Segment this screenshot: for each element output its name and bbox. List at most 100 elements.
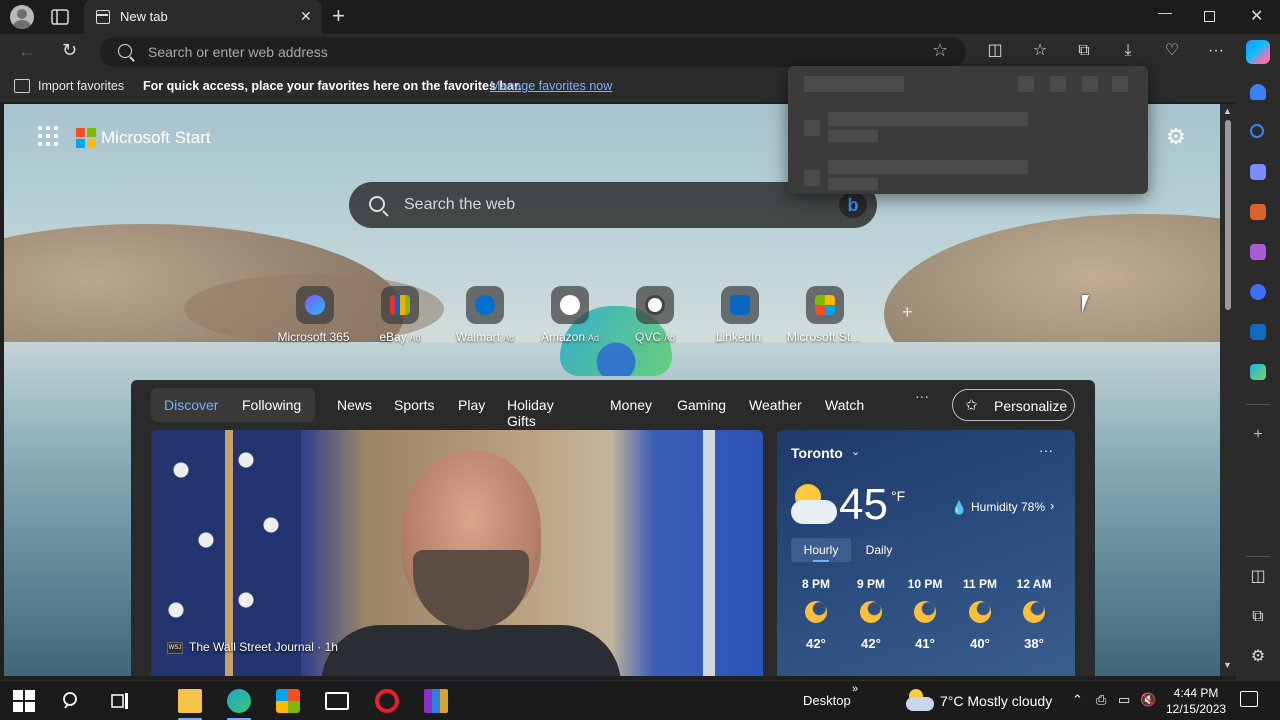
tab-gaming[interactable]: Gaming [677, 397, 726, 413]
new-tab-button[interactable]: + [332, 4, 345, 28]
loading-placeholder [1050, 76, 1066, 92]
outlook-icon[interactable] [1250, 324, 1266, 340]
page-scrollbar[interactable]: ▲ ▼ [1220, 104, 1236, 676]
tab-actions-icon[interactable] [50, 7, 70, 27]
tab-holiday-gifts[interactable]: Holiday Gifts [507, 397, 554, 429]
quick-link-microsoft-365[interactable]: Microsoft 365 [269, 286, 361, 344]
task-view-icon[interactable] [108, 689, 132, 713]
quick-link-walmart[interactable]: Walmart Ad [439, 286, 531, 344]
quick-link-amazon[interactable]: Amazon Ad [524, 286, 616, 344]
opera-icon[interactable] [375, 689, 399, 713]
chevron-right-icon[interactable]: » [852, 683, 858, 695]
chevron-up-icon[interactable]: ⌃ [1072, 692, 1083, 708]
night-moon-icon [914, 601, 936, 623]
quick-link-qvc[interactable]: QVC Ad [609, 286, 701, 344]
tab-money[interactable]: Money [610, 397, 652, 413]
close-window-button[interactable]: ✕ [1250, 6, 1263, 26]
split-screen-icon[interactable]: ◫ [986, 42, 1004, 60]
tab-watch[interactable]: Watch [825, 397, 864, 413]
tab-hourly[interactable]: Hourly [791, 538, 851, 562]
bing-icon[interactable]: b [839, 192, 867, 218]
copilot-icon[interactable] [1246, 40, 1270, 64]
meet-now-icon[interactable]: ⎙ [1096, 692, 1106, 708]
favorites-icon[interactable]: ☆ [1031, 42, 1049, 60]
quick-link-microsoft-store[interactable]: Microsoft St... [779, 286, 871, 344]
add-sidebar-app-icon[interactable]: + [1249, 426, 1267, 444]
mail-icon[interactable] [325, 692, 349, 710]
app-launcher-icon[interactable] [38, 126, 58, 146]
address-input[interactable]: Search or enter web address [148, 44, 328, 60]
restore-button[interactable] [1204, 11, 1215, 22]
tab-weather[interactable]: Weather [749, 397, 802, 413]
drop-icon[interactable] [1250, 364, 1266, 380]
edge-browser-icon[interactable] [227, 689, 251, 713]
scroll-up-icon[interactable]: ▲ [1223, 106, 1232, 116]
winrar-icon[interactable] [424, 689, 448, 713]
back-button[interactable]: ← [18, 41, 36, 62]
search-icon[interactable] [60, 689, 84, 713]
desktop-toolbar-label[interactable]: Desktop [803, 693, 851, 708]
notifications-bell-icon[interactable] [1250, 84, 1266, 100]
add-quick-link-icon[interactable]: + [902, 302, 913, 323]
action-center-icon[interactable] [1240, 691, 1258, 707]
tab-play[interactable]: Play [458, 397, 485, 413]
quick-link-ebay[interactable]: eBay Ad [354, 286, 446, 344]
open-external-icon[interactable]: ⧉ [1249, 608, 1267, 626]
hourly-forecast-item: 12 AM 38° [1016, 577, 1052, 651]
tab-new-tab[interactable]: New tab ✕ [84, 0, 322, 34]
manage-favorites-link[interactable]: Manage favorites now [490, 79, 612, 93]
page-settings-gear-icon[interactable]: ⚙ [1166, 124, 1186, 150]
system-clock[interactable]: 4:44 PM 12/15/2023 [1166, 685, 1226, 717]
chevron-right-icon[interactable]: › [1050, 498, 1054, 513]
scroll-thumb[interactable] [1225, 120, 1231, 310]
night-cloudy-icon [1023, 601, 1045, 623]
personalize-button[interactable]: ✩ Personalize [952, 389, 1075, 421]
scroll-down-icon[interactable]: ▼ [1223, 660, 1232, 670]
tab-daily[interactable]: Daily [853, 538, 905, 562]
games-icon[interactable] [1250, 244, 1266, 260]
sidebar-settings-icon[interactable]: ⚙ [1249, 648, 1267, 666]
chevron-down-icon[interactable]: ⌄ [851, 445, 860, 458]
weather-more-button[interactable]: ··· [1039, 442, 1053, 458]
minimize-button[interactable]: — [1158, 4, 1172, 20]
file-explorer-icon[interactable] [178, 689, 202, 713]
tab-close-icon[interactable]: ✕ [300, 8, 312, 25]
more-tabs-button[interactable]: ··· [915, 388, 929, 404]
clock-date: 12/15/2023 [1166, 702, 1227, 716]
weather-humidity[interactable]: Humidity 78% [971, 500, 1045, 514]
collections-icon[interactable]: ⧉ [1075, 42, 1093, 60]
tools-briefcase-icon[interactable] [1250, 204, 1266, 220]
shopping-tag-icon[interactable] [1250, 164, 1266, 180]
amazon-icon [551, 286, 589, 324]
address-bar[interactable]: Search or enter web address ☆ [100, 37, 966, 67]
walmart-icon [466, 286, 504, 324]
start-windows-icon[interactable] [13, 690, 35, 712]
quick-link-linkedin[interactable]: LinkedIn [694, 286, 786, 344]
profile-avatar[interactable] [10, 5, 34, 29]
browser-essentials-icon[interactable]: ♡ [1163, 42, 1181, 60]
loading-placeholder [828, 112, 1028, 126]
news-card[interactable]: WSJ The Wall Street Journal · 1h [151, 430, 763, 676]
web-search-input[interactable]: Search the web [404, 196, 515, 214]
network-icon[interactable]: ▭ [1118, 692, 1130, 708]
search-icon[interactable] [1250, 124, 1264, 138]
import-favorites-button[interactable]: Import favorites [38, 79, 124, 93]
downloads-icon[interactable]: ⤓ [1119, 42, 1137, 60]
microsoft-store-icon[interactable] [276, 689, 300, 713]
brand-title[interactable]: Microsoft Start [101, 128, 211, 148]
tab-following[interactable]: Following [242, 397, 301, 413]
news-photo-person [413, 550, 529, 630]
tab-discover[interactable]: Discover [164, 397, 218, 413]
tab-sports[interactable]: Sports [394, 397, 434, 413]
weather-city[interactable]: Toronto [791, 445, 843, 461]
add-favorite-star-icon[interactable]: ☆ [932, 40, 948, 61]
weather-card[interactable]: Toronto ⌄ ··· 45 °F 💧 Humidity 78% › Hou… [777, 430, 1075, 676]
microsoft365-icon[interactable] [1250, 284, 1266, 300]
tab-news[interactable]: News [337, 397, 372, 413]
taskbar-weather[interactable]: 7°C Mostly cloudy [940, 693, 1052, 709]
hide-sidebar-icon[interactable]: ◫ [1249, 568, 1267, 586]
volume-muted-icon[interactable]: 🔇 [1140, 692, 1156, 708]
loading-placeholder [1112, 76, 1128, 92]
refresh-button[interactable]: ↻ [62, 40, 77, 61]
settings-more-icon[interactable]: ··· [1207, 42, 1225, 60]
